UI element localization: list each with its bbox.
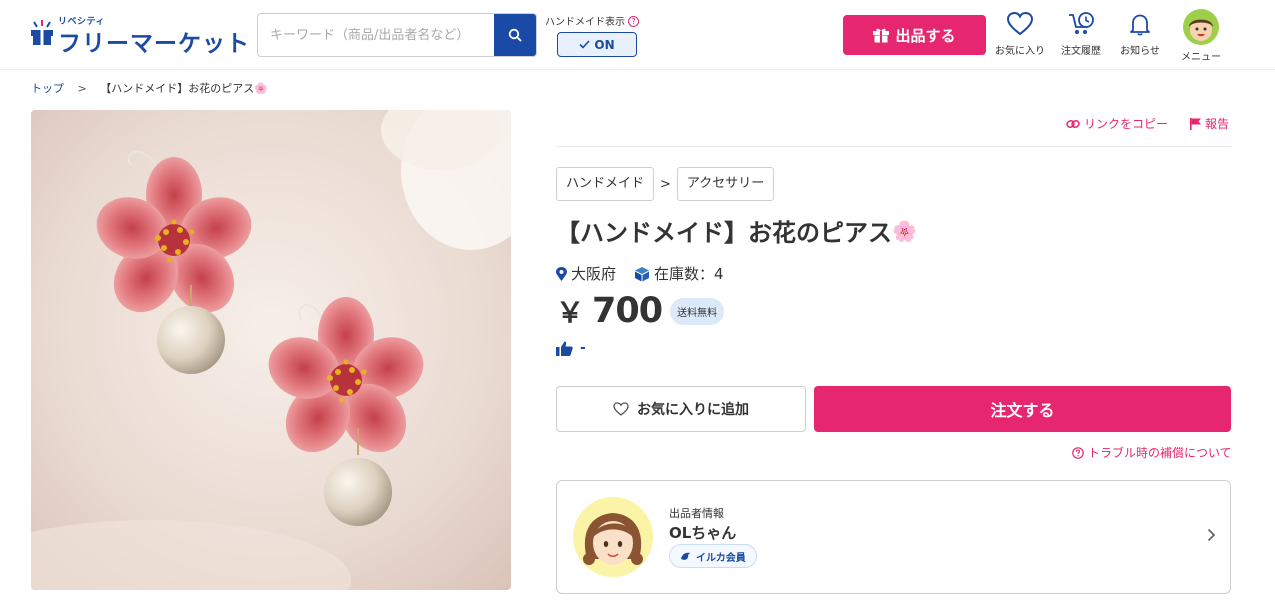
category-separator: > bbox=[660, 176, 671, 192]
product-title-text: 【ハンドメイド】お花のピアス bbox=[556, 219, 892, 247]
gift-icon bbox=[873, 28, 890, 43]
breadcrumb-home[interactable]: トップ bbox=[31, 82, 64, 95]
stock: 在庫数：4 bbox=[634, 263, 724, 284]
handmade-toggle-value: ON bbox=[594, 37, 615, 52]
price-value: 700 bbox=[592, 291, 663, 331]
handmade-display-label: ハンドメイド表示? bbox=[545, 13, 639, 28]
help-icon[interactable]: ? bbox=[628, 16, 639, 27]
category-path: ハンドメイド > アクセサリー bbox=[556, 167, 775, 201]
check-icon bbox=[579, 40, 590, 49]
free-shipping-badge: 送料無料 bbox=[670, 297, 725, 325]
sell-button-label: 出品する bbox=[895, 26, 956, 45]
heart-outline-icon bbox=[613, 402, 629, 416]
chevron-right-icon bbox=[1207, 528, 1216, 542]
seller-avatar bbox=[573, 497, 653, 577]
divider bbox=[556, 146, 1231, 147]
copy-link-button[interactable]: リンクをコピー bbox=[1066, 115, 1168, 132]
sell-button[interactable]: 出品する bbox=[843, 15, 986, 55]
handmade-label-text: ハンドメイド表示 bbox=[545, 17, 625, 28]
add-to-favorites-button[interactable]: お気に入りに追加 bbox=[556, 386, 806, 432]
map-pin-icon bbox=[556, 266, 567, 281]
stock-text: 在庫数：4 bbox=[654, 265, 724, 283]
box-icon bbox=[635, 266, 650, 281]
logo-title: フリーマーケット bbox=[58, 31, 250, 57]
search-input[interactable] bbox=[258, 14, 495, 56]
earrings-photo bbox=[31, 110, 511, 590]
order-history-icon bbox=[1069, 12, 1094, 34]
nav-notifications-label: お知らせ bbox=[1120, 46, 1160, 57]
dolphin-icon bbox=[681, 552, 690, 560]
handmade-toggle[interactable]: ON bbox=[557, 32, 637, 57]
nav-favorites[interactable]: お気に入り bbox=[989, 12, 1051, 64]
heart-icon bbox=[1007, 12, 1033, 36]
order-button[interactable]: 注文する bbox=[814, 386, 1231, 432]
seller-heading: 出品者情報 bbox=[669, 507, 724, 520]
product-meta: 大阪府 在庫数：4 bbox=[556, 263, 724, 284]
flag-icon bbox=[1190, 117, 1202, 130]
seller-badge-label: イルカ会員 bbox=[696, 552, 746, 564]
product-image[interactable] bbox=[31, 110, 511, 590]
cherry-blossom-icon: 🌸 bbox=[892, 218, 917, 243]
price-row: ￥ 700 送料無料 bbox=[556, 289, 725, 333]
product-actions: リンクをコピー 報告 bbox=[1066, 115, 1229, 132]
like-count-value: - bbox=[580, 340, 586, 356]
nav-menu[interactable]: メニュー bbox=[1170, 9, 1232, 64]
link-icon bbox=[1066, 119, 1080, 128]
product-title: 【ハンドメイド】お花のピアス 🌸 bbox=[556, 213, 917, 248]
report-button[interactable]: 報告 bbox=[1190, 115, 1229, 132]
question-circle-icon bbox=[1072, 446, 1084, 459]
nav-notifications[interactable]: お知らせ bbox=[1109, 12, 1171, 64]
bell-icon bbox=[1130, 14, 1150, 36]
nav-order-history-label: 注文履歴 bbox=[1061, 46, 1101, 57]
category-chip-handmade[interactable]: ハンドメイド bbox=[556, 167, 655, 201]
breadcrumb-current: 【ハンドメイド】お花のピアス🌸 bbox=[100, 82, 268, 95]
search-box bbox=[257, 13, 537, 57]
gift-logo-icon bbox=[31, 20, 53, 45]
nav-menu-label: メニュー bbox=[1181, 52, 1221, 63]
site-logo[interactable]: リベシティ フリーマーケット bbox=[30, 14, 249, 57]
trouble-link-label: トラブル時の補償について bbox=[1088, 446, 1232, 460]
nav-favorites-label: お気に入り bbox=[995, 46, 1045, 57]
trouble-compensation-link[interactable]: トラブル時の補償について bbox=[1072, 444, 1232, 461]
seller-card[interactable]: 出品者情報 OLちゃん イルカ会員 bbox=[556, 480, 1231, 594]
search-button[interactable] bbox=[494, 14, 536, 56]
breadcrumb-separator: > bbox=[77, 82, 87, 95]
nav-order-history[interactable]: 注文履歴 bbox=[1050, 12, 1112, 64]
currency-symbol: ￥ bbox=[556, 296, 585, 329]
seller-member-badge: イルカ会員 bbox=[669, 544, 757, 568]
location-text: 大阪府 bbox=[571, 265, 617, 283]
add-to-favorites-label: お気に入りに追加 bbox=[637, 402, 749, 418]
like-count: - bbox=[556, 340, 586, 356]
location: 大阪府 bbox=[556, 263, 616, 284]
avatar bbox=[1183, 9, 1219, 45]
category-chip-accessory[interactable]: アクセサリー bbox=[676, 167, 775, 201]
site-header: リベシティ フリーマーケット ハンドメイド表示? ON 出品する bbox=[0, 0, 1275, 70]
search-icon bbox=[508, 28, 522, 42]
order-button-label: 注文する bbox=[990, 401, 1055, 420]
seller-name: OLちゃん bbox=[669, 524, 737, 542]
breadcrumb: トップ > 【ハンドメイド】お花のピアス🌸 bbox=[31, 80, 268, 96]
thumbs-up-icon bbox=[556, 341, 573, 356]
report-label: 報告 bbox=[1205, 117, 1230, 131]
copy-link-label: リンクをコピー bbox=[1084, 117, 1169, 131]
